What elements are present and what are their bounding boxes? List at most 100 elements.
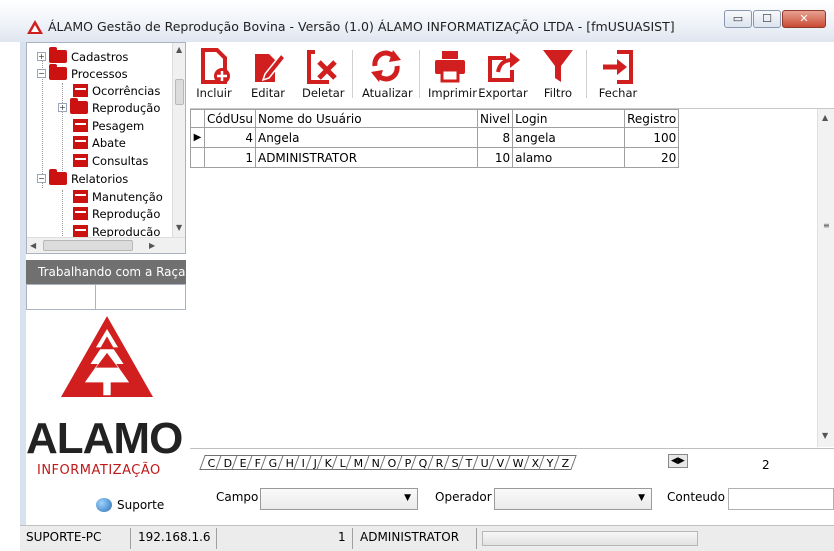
cell-login[interactable]: alamo bbox=[512, 147, 626, 168]
alphabet-tab-label: R bbox=[435, 457, 444, 470]
scroll-up-icon[interactable]: ▲ bbox=[176, 45, 182, 54]
column-header-registros[interactable]: Registro bbox=[624, 109, 680, 128]
minimize-button[interactable]: ▭ bbox=[724, 10, 752, 28]
tree-vertical-scrollbar[interactable]: ▲ ▼ bbox=[172, 43, 185, 237]
scroll-grip-icon[interactable]: ≡ bbox=[823, 221, 830, 230]
column-header-nome[interactable]: Nome do Usuário bbox=[254, 109, 478, 128]
globe-icon bbox=[96, 498, 112, 512]
tree-item-processos[interactable]: − Processos bbox=[37, 64, 128, 82]
tree-horizontal-scrollbar[interactable]: ◀ ▶ bbox=[27, 237, 185, 253]
row-indicator-header bbox=[190, 109, 205, 128]
column-header-nivel[interactable]: Nivel bbox=[476, 109, 514, 128]
tree-item-label: Ocorrências bbox=[92, 83, 161, 98]
collapse-icon[interactable]: − bbox=[37, 69, 46, 78]
tree-item-label: Manutenção bbox=[92, 189, 163, 204]
cell-nivel[interactable]: 10 bbox=[476, 147, 514, 168]
tree-item-abate[interactable]: Abate bbox=[73, 134, 126, 151]
logo-panel: ALAMO INFORMATIZAÇÃO Suporte bbox=[26, 310, 186, 525]
maximize-button[interactable]: ☐ bbox=[753, 10, 781, 28]
tree-item-consultas[interactable]: Consultas bbox=[73, 152, 148, 169]
chevron-down-icon[interactable]: ▼ bbox=[404, 493, 411, 503]
tree-item-label: Cadastros bbox=[71, 49, 129, 64]
cell-nome[interactable]: ADMINISTRATOR bbox=[254, 147, 478, 168]
filter-icon bbox=[543, 50, 573, 82]
logo-wordmark: ALAMO bbox=[26, 414, 183, 463]
scroll-left-icon[interactable]: ◀ bbox=[30, 241, 36, 250]
tree-item-cadastros[interactable]: + Cadastros bbox=[37, 47, 129, 65]
expand-icon[interactable]: + bbox=[58, 103, 67, 112]
users-table: CódUsu Nome do Usuário Nivel Login Regis… bbox=[190, 109, 680, 168]
exit-door-icon bbox=[603, 50, 633, 84]
deletar-label: Deletar bbox=[302, 86, 345, 100]
divider bbox=[95, 285, 96, 309]
expand-icon[interactable]: + bbox=[37, 52, 46, 61]
folder-open-icon bbox=[49, 64, 67, 80]
folder-icon bbox=[70, 98, 88, 114]
grid-vertical-scrollbar[interactable]: ▲ ≡ ▼ bbox=[817, 109, 834, 447]
cell-codusu[interactable]: 1 bbox=[204, 147, 256, 168]
users-grid[interactable]: CódUsu Nome do Usuário Nivel Login Regis… bbox=[190, 108, 834, 448]
editar-button[interactable]: Editar bbox=[250, 48, 286, 100]
cell-registros[interactable]: 20 bbox=[624, 147, 680, 168]
chevron-down-icon[interactable]: ▼ bbox=[638, 493, 645, 503]
tree-item-reproducao[interactable]: + Reprodução bbox=[58, 98, 160, 116]
cell-registros[interactable]: 100 bbox=[624, 127, 680, 148]
raca-fields[interactable] bbox=[26, 284, 186, 310]
tree-item-ocorrencias[interactable]: Ocorrências bbox=[73, 82, 160, 99]
row-indicator bbox=[190, 147, 205, 168]
form-icon bbox=[73, 84, 88, 97]
alphabet-tab-label: Z bbox=[561, 457, 570, 470]
collapse-icon[interactable]: − bbox=[37, 174, 46, 183]
cell-nome[interactable]: Angela bbox=[254, 127, 478, 148]
alphabet-tab-label: Q bbox=[418, 457, 428, 470]
scroll-down-icon[interactable]: ▼ bbox=[176, 223, 182, 232]
tree-item-pesagem[interactable]: Pesagem bbox=[73, 117, 144, 134]
tree-item-reproducao-report[interactable]: Reprodução bbox=[73, 205, 160, 222]
navigation-tree[interactable]: + Cadastros − Processos Ocorrências + Re… bbox=[26, 42, 186, 254]
alphabet-tab-label: W bbox=[512, 457, 524, 470]
status-bar: SUPORTE-PC 192.168.1.6 1 ADMINISTRATOR bbox=[20, 525, 834, 551]
incluir-button[interactable]: Incluir bbox=[196, 48, 232, 100]
support-link[interactable]: Suporte bbox=[96, 498, 164, 512]
filter-bar: Campo ▼ Operador ▼ Conteudo bbox=[190, 478, 834, 523]
campo-select[interactable]: ▼ bbox=[260, 488, 418, 510]
scroll-right-icon[interactable]: ▶ bbox=[149, 241, 155, 250]
table-row[interactable]: 1 ADMINISTRATOR 10 alamo 20 bbox=[190, 147, 680, 168]
table-row[interactable]: ▶ 4 Angela 8 angela 100 bbox=[190, 127, 680, 148]
cell-codusu[interactable]: 4 bbox=[204, 127, 256, 148]
column-header-codusu[interactable]: CódUsu bbox=[204, 109, 256, 128]
exportar-label: Exportar bbox=[478, 86, 528, 100]
current-row-icon: ▶ bbox=[190, 127, 205, 148]
filtro-button[interactable]: Filtro bbox=[540, 48, 576, 100]
tree-item-label: Consultas bbox=[92, 153, 149, 168]
status-divider bbox=[216, 528, 217, 549]
navigator-buttons[interactable]: ◀▶ bbox=[668, 454, 688, 468]
cell-login[interactable]: angela bbox=[512, 127, 626, 148]
scroll-thumb[interactable] bbox=[175, 79, 184, 105]
scroll-down-icon[interactable]: ▼ bbox=[822, 431, 828, 440]
tree-item-relatorios[interactable]: − Relatorios bbox=[37, 169, 128, 187]
alphabet-tab-label: G bbox=[269, 457, 278, 470]
fechar-button[interactable]: Fechar bbox=[598, 48, 638, 100]
status-user: ADMINISTRATOR bbox=[360, 530, 460, 544]
operador-select[interactable]: ▼ bbox=[494, 488, 652, 510]
status-host: SUPORTE-PC bbox=[26, 530, 102, 544]
alphabet-tab-z[interactable]: Z bbox=[553, 455, 577, 470]
column-header-login[interactable]: Login bbox=[512, 109, 626, 128]
tree-item-label: Reprodução bbox=[92, 206, 161, 221]
alphabet-tab-label: M bbox=[353, 457, 364, 470]
close-button[interactable]: ✕ bbox=[782, 10, 826, 28]
scroll-up-icon[interactable]: ▲ bbox=[822, 113, 828, 122]
alphabet-tabs: CDEFGHIJKLMNOPQRSTUVWXYZ bbox=[199, 455, 577, 470]
status-user-level: 1 bbox=[338, 530, 346, 544]
cell-nivel[interactable]: 8 bbox=[476, 127, 514, 148]
deletar-button[interactable]: Deletar bbox=[302, 48, 345, 100]
toolbar-separator bbox=[352, 50, 353, 98]
tree-item-manutencao[interactable]: Manutenção bbox=[73, 188, 163, 205]
filtro-label: Filtro bbox=[543, 86, 573, 100]
imprimir-button[interactable]: Imprimir bbox=[428, 48, 477, 100]
exportar-button[interactable]: Exportar bbox=[478, 48, 528, 100]
scroll-thumb[interactable] bbox=[43, 240, 133, 251]
atualizar-button[interactable]: Atualizar bbox=[362, 48, 413, 100]
conteudo-input[interactable] bbox=[728, 488, 834, 510]
